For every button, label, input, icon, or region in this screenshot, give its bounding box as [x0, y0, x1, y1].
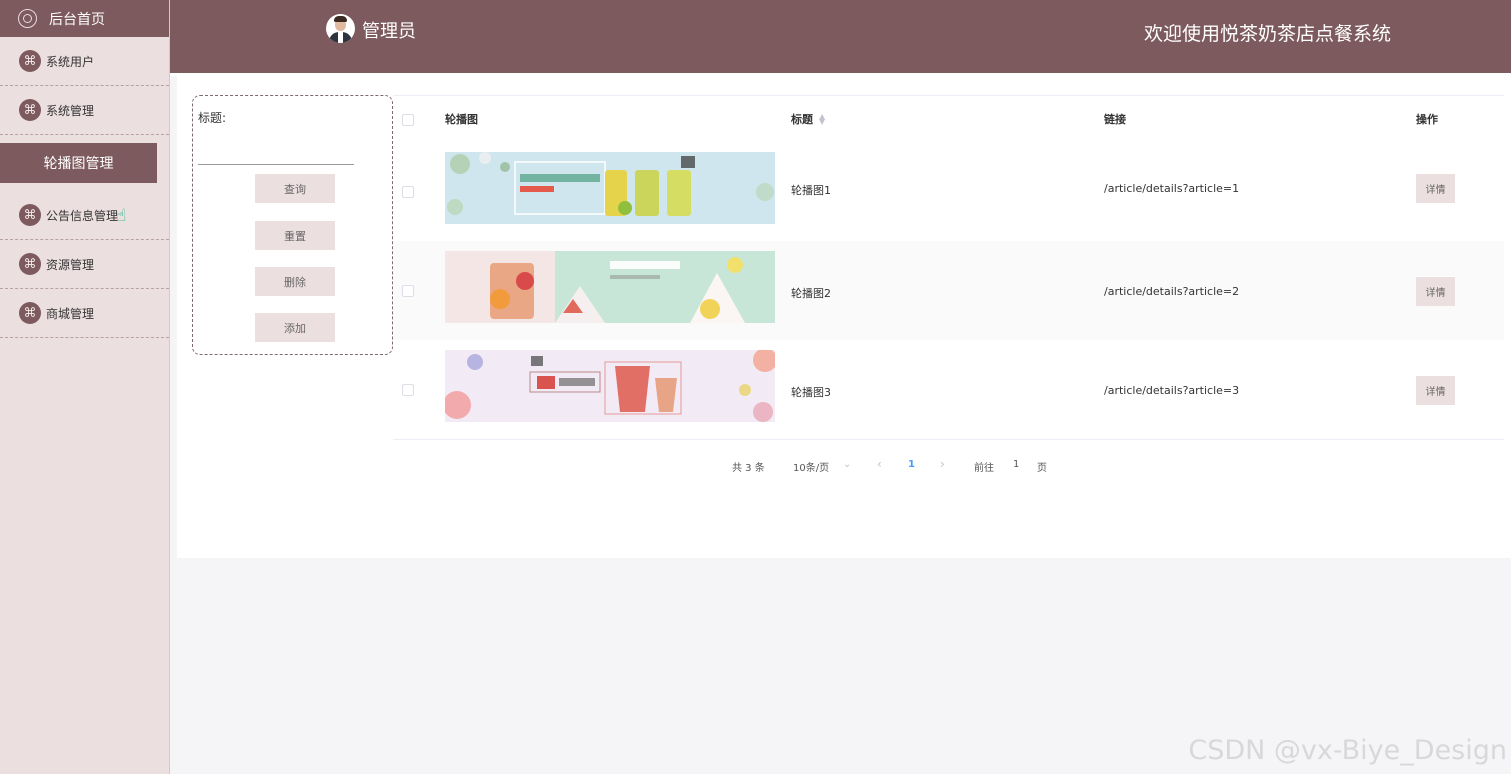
avatar[interactable]: [326, 14, 355, 43]
row-title: 轮播图3: [791, 386, 831, 399]
watermark: CSDN @vx-Biye_Design: [1188, 735, 1507, 766]
delete-button[interactable]: 删除: [255, 266, 335, 296]
query-button[interactable]: 查询: [255, 173, 335, 203]
column-header-link: 链接: [1104, 96, 1126, 142]
content-panel: 标题: 查询 重置 删除 添加 轮播图 标题 ▲ ▼ 链接 操作 轮播图1 /a…: [177, 76, 1511, 558]
row-link: /article/details?article=1: [1104, 182, 1240, 195]
hand-cursor-icon: ☝: [116, 206, 127, 226]
chevron-down-icon[interactable]: ⌄: [843, 459, 851, 470]
title-search-input[interactable]: [198, 148, 354, 165]
sidebar-item-label: 商城管理: [46, 306, 95, 321]
column-header-image: 轮播图: [445, 96, 478, 142]
row-title: 轮播图2: [791, 287, 831, 300]
welcome-title: 欢迎使用悦茶奶茶店点餐系统: [1143, 23, 1391, 45]
row-checkbox[interactable]: [402, 186, 414, 198]
sidebar-item-mall-management[interactable]: ⌘ 商城管理: [0, 289, 169, 338]
carousel-image: [445, 350, 775, 422]
column-header-label: 轮播图: [445, 113, 478, 126]
sidebar-item-system-users[interactable]: ⌘ 系统用户: [0, 37, 169, 86]
sidebar-home[interactable]: 后台首页: [0, 0, 169, 37]
sidebar-item-label: 资源管理: [46, 257, 95, 272]
sidebar-item-announcement-management[interactable]: ⌘ 公告信息管理: [0, 191, 169, 240]
carousel-image: [445, 251, 775, 323]
table-row: 轮播图3 /article/details?article=3 详情: [393, 340, 1504, 439]
page-suffix-label: 页: [1037, 463, 1047, 474]
admin-name: 管理员: [362, 21, 416, 42]
sidebar-item-label: 系统用户: [46, 54, 95, 69]
pagination-total: 共 3 条: [732, 463, 765, 474]
detail-button[interactable]: 详情: [1416, 375, 1455, 405]
title-label: 标题:: [198, 111, 227, 125]
add-button[interactable]: 添加: [255, 312, 335, 342]
row-checkbox[interactable]: [402, 384, 414, 396]
prev-page-button[interactable]: ‹: [877, 457, 882, 471]
flower-icon: ⌘: [19, 302, 41, 324]
flower-icon: ⌘: [19, 204, 41, 226]
column-header-label: 操作: [1416, 113, 1438, 126]
sidebar-item-resource-management[interactable]: ⌘ 资源管理: [0, 240, 169, 289]
select-all-checkbox[interactable]: [402, 114, 414, 126]
sidebar-item-system-management[interactable]: ⌘ 系统管理: [0, 86, 169, 135]
row-link: /article/details?article=2: [1104, 285, 1240, 298]
top-header: 管理员 欢迎使用悦茶奶茶店点餐系统: [170, 0, 1511, 73]
row-checkbox[interactable]: [402, 285, 414, 297]
sort-icon[interactable]: ▲ ▼: [819, 113, 825, 126]
sidebar-active-item[interactable]: 轮播图管理: [0, 143, 157, 183]
carousel-table: 轮播图 标题 ▲ ▼ 链接 操作 轮播图1 /article/details?a…: [393, 95, 1504, 440]
sidebar-item-carousel-management[interactable]: 轮播图管理: [0, 135, 169, 191]
current-page[interactable]: 1: [908, 459, 915, 470]
sidebar-item-label: 系统管理: [46, 103, 95, 118]
row-title: 轮播图1: [791, 184, 831, 197]
column-header-action: 操作: [1416, 96, 1438, 142]
goto-label: 前往: [974, 463, 994, 474]
sidebar: 后台首页 ⌘ 系统用户 ⌘ 系统管理 轮播图管理 ⌘ 公告信息管理 ⌘ 资源管理…: [0, 0, 170, 774]
column-header-label: 标题: [791, 113, 813, 126]
flower-icon: ⌘: [19, 253, 41, 275]
detail-button[interactable]: 详情: [1416, 276, 1455, 306]
next-page-button[interactable]: ›: [940, 457, 945, 471]
avatar-hair: [334, 16, 347, 22]
pagination: 共 3 条 10条/页 ⌄ ‹ 1 › 前往 1 页: [177, 457, 1511, 475]
goto-page-input[interactable]: 1: [1013, 459, 1019, 470]
row-link: /article/details?article=3: [1104, 384, 1240, 397]
reset-button[interactable]: 重置: [255, 220, 335, 250]
table-row: 轮播图1 /article/details?article=1 详情: [393, 142, 1504, 241]
sidebar-item-label: 轮播图管理: [43, 156, 114, 172]
column-header-label: 链接: [1104, 113, 1126, 126]
column-header-title[interactable]: 标题 ▲ ▼: [791, 96, 825, 142]
home-icon: [18, 9, 37, 28]
search-form: 标题: 查询 重置 删除 添加: [192, 95, 393, 355]
carousel-image: [445, 152, 775, 224]
table-row: 轮播图2 /article/details?article=2 详情: [393, 241, 1504, 340]
flower-icon: ⌘: [19, 99, 41, 121]
flower-icon: ⌘: [19, 50, 41, 72]
sidebar-home-label: 后台首页: [49, 11, 105, 28]
sidebar-item-label: 公告信息管理: [46, 208, 119, 223]
avatar-shirt: [338, 32, 343, 43]
page-size-select[interactable]: 10条/页: [793, 459, 829, 474]
detail-button[interactable]: 详情: [1416, 173, 1455, 203]
